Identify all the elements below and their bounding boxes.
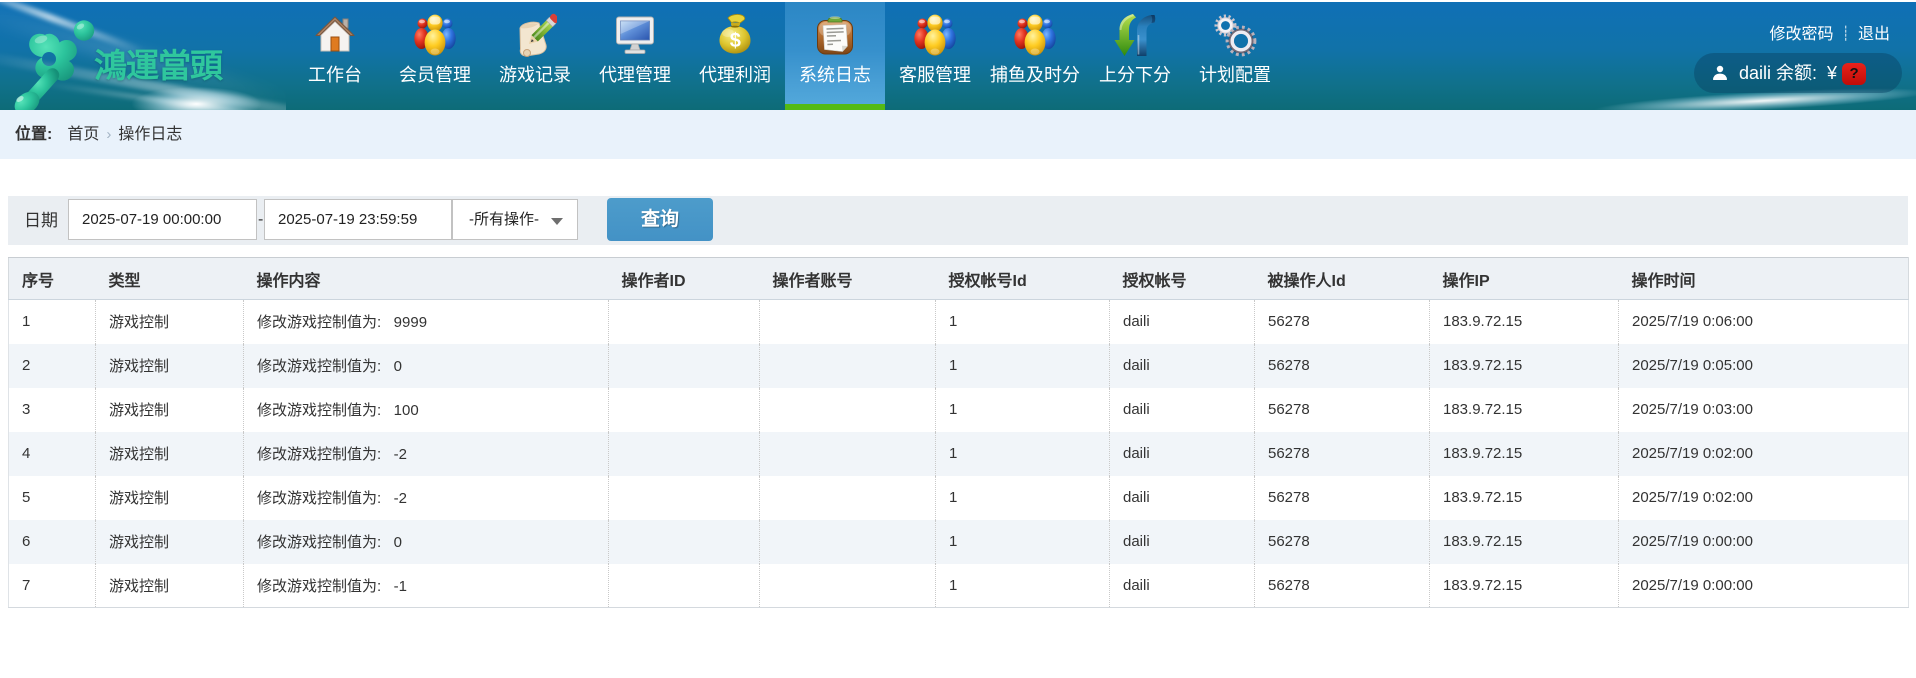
svg-text:$: $: [730, 30, 741, 52]
